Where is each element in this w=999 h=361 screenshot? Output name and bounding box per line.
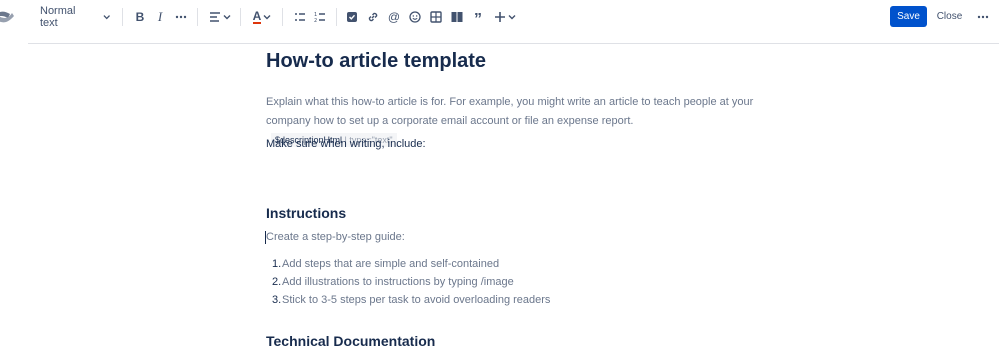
chevron-down-icon xyxy=(103,15,110,20)
bold-button[interactable]: B xyxy=(132,7,148,27)
page-title[interactable]: How-to article template xyxy=(266,50,486,73)
save-button[interactable]: Save xyxy=(890,6,927,27)
toolbar-separator xyxy=(336,8,337,26)
quote-button[interactable]: ” xyxy=(470,7,486,28)
close-button[interactable]: Close xyxy=(933,6,966,27)
editor-toolbar: Normal text B I A 12 @ ” Save Close xyxy=(0,0,999,34)
list-item[interactable]: 3. Stick to 3-5 steps per task to avoid o… xyxy=(272,291,550,309)
toolbar-separator xyxy=(240,8,241,26)
layout-button[interactable] xyxy=(449,7,465,27)
step-text: Add illustrations to instructions by typ… xyxy=(282,276,514,288)
numbered-list-button[interactable]: 12 xyxy=(312,7,328,27)
toolbar-divider xyxy=(28,43,999,44)
guide-prompt[interactable]: Create a step-by-step guide: xyxy=(266,231,405,243)
step-number: 3. xyxy=(272,294,282,306)
technical-documentation-heading[interactable]: Technical Documentation xyxy=(266,333,435,349)
text-style-dropdown[interactable]: Normal text xyxy=(40,5,110,29)
chevron-down-icon xyxy=(508,15,515,20)
quote-icon: ” xyxy=(474,11,482,28)
mention-button[interactable]: @ xyxy=(386,7,402,27)
table-icon xyxy=(430,11,442,23)
svg-text:2: 2 xyxy=(314,18,317,24)
steps-list: 1. Add steps that are simple and self-con… xyxy=(272,255,550,309)
intro-text[interactable]: Make sure when writing, include: xyxy=(266,138,426,150)
toolbar-separator xyxy=(122,8,123,26)
toolbar-separator xyxy=(197,8,198,26)
step-number: 2. xyxy=(272,276,282,288)
more-formatting-icon xyxy=(175,15,187,19)
more-icon xyxy=(977,15,989,19)
confluence-logo[interactable] xyxy=(0,6,14,28)
chevron-down-icon xyxy=(223,15,230,20)
text-style-label: Normal text xyxy=(40,5,76,29)
list-item[interactable]: 1. Add steps that are simple and self-con… xyxy=(272,255,550,273)
step-number: 1. xyxy=(272,258,282,270)
instructions-heading[interactable]: Instructions xyxy=(266,205,346,221)
mention-icon: @ xyxy=(387,10,401,24)
italic-button[interactable]: I xyxy=(152,7,168,27)
text-color-dropdown[interactable]: A xyxy=(250,7,274,27)
link-button[interactable] xyxy=(365,7,381,27)
step-text: Add steps that are simple and self-conta… xyxy=(282,258,500,270)
more-options-button[interactable] xyxy=(975,7,991,27)
step-text: Stick to 3-5 steps per task to avoid ove… xyxy=(282,294,551,306)
italic-icon: I xyxy=(157,9,163,24)
emoji-button[interactable] xyxy=(407,7,423,27)
alignment-dropdown[interactable] xyxy=(207,7,231,27)
layout-icon xyxy=(451,12,463,22)
description-text: Explain what this how-to article is for.… xyxy=(266,96,754,127)
numbered-list-icon: 12 xyxy=(314,12,325,24)
task-button[interactable] xyxy=(344,7,360,27)
chevron-down-icon xyxy=(263,15,271,20)
insert-plus-icon xyxy=(494,12,505,22)
table-button[interactable] xyxy=(428,7,444,27)
toolbar-separator xyxy=(282,8,283,26)
bold-icon: B xyxy=(135,10,145,24)
insert-dropdown[interactable] xyxy=(492,7,516,27)
bullet-list-button[interactable] xyxy=(292,7,308,27)
text-color-icon: A xyxy=(252,8,262,24)
link-icon xyxy=(368,12,378,22)
bullet-list-icon xyxy=(295,13,305,21)
task-icon xyxy=(347,12,357,22)
list-item[interactable]: 2. Add illustrations to instructions by t… xyxy=(272,273,550,291)
emoji-icon xyxy=(409,11,421,23)
more-formatting-button[interactable] xyxy=(173,7,189,27)
align-icon xyxy=(209,12,220,22)
